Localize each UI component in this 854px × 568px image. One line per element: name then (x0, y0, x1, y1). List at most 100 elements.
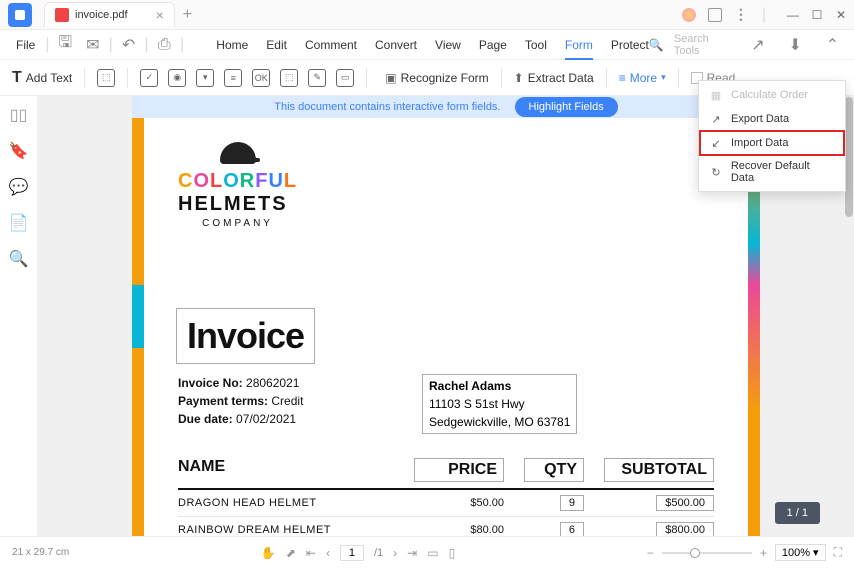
hand-tool-icon[interactable]: ✋ (261, 546, 276, 560)
zoom-percent[interactable]: 100% ▾ (775, 544, 826, 561)
recognize-form-button[interactable]: ▣ Recognize Form (385, 71, 488, 85)
first-page-icon[interactable]: ⇤ (306, 546, 316, 560)
app-icon[interactable] (8, 3, 32, 27)
attachments-icon[interactable]: 📄 (10, 214, 28, 232)
recover-icon: ↻ (709, 165, 723, 179)
menu-form[interactable]: Form (565, 38, 593, 60)
minimize-button[interactable]: — (786, 8, 800, 22)
zoom-in-icon[interactable]: + (760, 546, 767, 560)
export-icon: ↗ (709, 112, 723, 126)
fit-width-icon[interactable]: ▭ (427, 546, 438, 560)
zoom-out-icon[interactable]: − (647, 546, 654, 560)
invoice-details: Invoice No: 28062021 Payment terms: Cred… (178, 374, 303, 428)
undo-icon[interactable]: ↶ (121, 37, 137, 53)
page-number-input[interactable] (340, 545, 364, 561)
prev-page-icon[interactable]: ‹ (326, 546, 330, 560)
item-subtotal[interactable]: $800.00 (604, 524, 714, 536)
save-icon[interactable]: 🖫 (58, 37, 74, 53)
th-subtotal[interactable]: SUBTOTAL (604, 458, 714, 482)
text-field-icon[interactable]: ⬚ (97, 69, 115, 87)
scrollbar-thumb[interactable] (845, 97, 853, 217)
calculator-icon: ▦ (709, 88, 723, 102)
combo-field-icon[interactable]: ▾ (196, 69, 214, 87)
menu-comment[interactable]: Comment (305, 38, 357, 52)
menubar: File | 🖫 ✉ | ↶ | ⎙ | Home Edit Comment C… (0, 30, 854, 60)
cloud-icon[interactable] (682, 8, 696, 22)
page-dimensions: 21 x 29.7 cm (12, 547, 69, 558)
helmet-icon (220, 142, 256, 164)
item-qty[interactable]: 9 (524, 497, 584, 509)
logo-word3: COMPANY (178, 218, 297, 229)
document-tab[interactable]: invoice.pdf × (44, 2, 175, 27)
extract-data-button[interactable]: ⬆ Extract Data (514, 71, 594, 85)
collapse-icon[interactable]: ⌃ (825, 37, 840, 53)
tab-title: invoice.pdf (75, 9, 128, 21)
page-indicator: 1 / 1 (775, 502, 820, 524)
radio-field-icon[interactable]: ◉ (168, 69, 186, 87)
th-price[interactable]: PRICE (414, 458, 504, 482)
table-row: DRAGON HEAD HELMET $50.00 9 $500.00 (178, 490, 714, 517)
customer-name: Rachel Adams (429, 377, 570, 395)
mail-icon[interactable]: ✉ (85, 37, 101, 53)
maximize-button[interactable]: ☐ (810, 8, 824, 22)
item-subtotal[interactable]: $500.00 (604, 497, 714, 509)
company-logo: COLORFUL HELMETS COMPANY (178, 142, 297, 229)
close-window-button[interactable]: ✕ (834, 8, 848, 22)
signature-field-icon[interactable]: ✎ (308, 69, 326, 87)
page: COLORFUL HELMETS COMPANY Invoice Invoice… (132, 118, 760, 536)
menu-tool[interactable]: Tool (525, 38, 547, 52)
page-total: /1 (374, 547, 383, 559)
new-tab-button[interactable]: + (183, 6, 192, 24)
menu-home[interactable]: Home (216, 38, 248, 52)
search-icon[interactable]: 🔍 (649, 38, 664, 52)
close-tab-icon[interactable]: × (156, 7, 164, 23)
thumbnails-icon[interactable]: ▯▯ (10, 106, 28, 124)
customer-addr2: Sedgewickville, MO 63781 (429, 413, 570, 431)
zoom-slider[interactable] (662, 552, 752, 554)
share-icon[interactable]: ↗ (750, 37, 765, 53)
more-button[interactable]: ≡ More ▾ (619, 71, 666, 85)
button-field-icon[interactable]: OK (252, 69, 270, 87)
fullscreen-icon[interactable]: ⛶ (834, 545, 842, 560)
print-icon[interactable]: ⎙ (157, 37, 173, 53)
search-tools-input[interactable]: Search Tools (674, 33, 734, 57)
date-field-icon[interactable]: ▭ (336, 69, 354, 87)
more-options-icon[interactable]: ⋮ (734, 6, 748, 23)
comments-icon[interactable]: 💬 (10, 178, 28, 196)
add-text-button[interactable]: T Add Text (12, 69, 72, 87)
dd-import-data[interactable]: ↙ Import Data (699, 130, 845, 156)
dd-calculate-order: ▦ Calculate Order (699, 83, 845, 107)
fit-page-icon[interactable]: ▯ (449, 546, 456, 560)
menu-view[interactable]: View (435, 38, 461, 52)
select-tool-icon[interactable]: ⬈ (286, 546, 296, 560)
search-panel-icon[interactable]: 🔍 (10, 250, 28, 268)
th-name: NAME (178, 458, 414, 482)
customer-addr1: 11103 S 51st Hwy (429, 395, 570, 413)
item-name: DRAGON HEAD HELMET (178, 497, 414, 509)
image-field-icon[interactable]: ⬚ (280, 69, 298, 87)
table-header: NAME PRICE QTY SUBTOTAL (178, 458, 714, 490)
item-price: $80.00 (414, 524, 504, 536)
dd-export-data[interactable]: ↗ Export Data (699, 107, 845, 131)
statusbar: 21 x 29.7 cm ✋ ⬈ ⇤ ‹ /1 › ⇥ ▭ ▯ − + 100%… (0, 536, 854, 568)
expand-icon[interactable] (708, 8, 722, 22)
cloud-download-icon[interactable]: ⬇ (788, 37, 803, 53)
highlight-fields-button[interactable]: Highlight Fields (515, 97, 618, 117)
banner-text: This document contains interactive form … (274, 101, 500, 113)
menu-edit[interactable]: Edit (266, 38, 287, 52)
bookmarks-icon[interactable]: 🔖 (10, 142, 28, 160)
list-field-icon[interactable]: ≡ (224, 69, 242, 87)
checkbox-field-icon[interactable]: ✓ (140, 69, 158, 87)
customer-box[interactable]: Rachel Adams 11103 S 51st Hwy Sedgewickv… (422, 374, 577, 434)
zoom-slider-thumb[interactable] (690, 548, 700, 558)
dd-recover-default[interactable]: ↻ Recover Default Data (699, 155, 845, 189)
item-qty[interactable]: 6 (524, 524, 584, 536)
menu-protect[interactable]: Protect (611, 38, 649, 52)
next-page-icon[interactable]: › (393, 546, 397, 560)
last-page-icon[interactable]: ⇥ (407, 546, 417, 560)
item-price: $50.00 (414, 497, 504, 509)
file-menu[interactable]: File (8, 34, 43, 56)
th-qty[interactable]: QTY (524, 458, 584, 482)
menu-convert[interactable]: Convert (375, 38, 417, 52)
menu-page[interactable]: Page (479, 38, 507, 52)
